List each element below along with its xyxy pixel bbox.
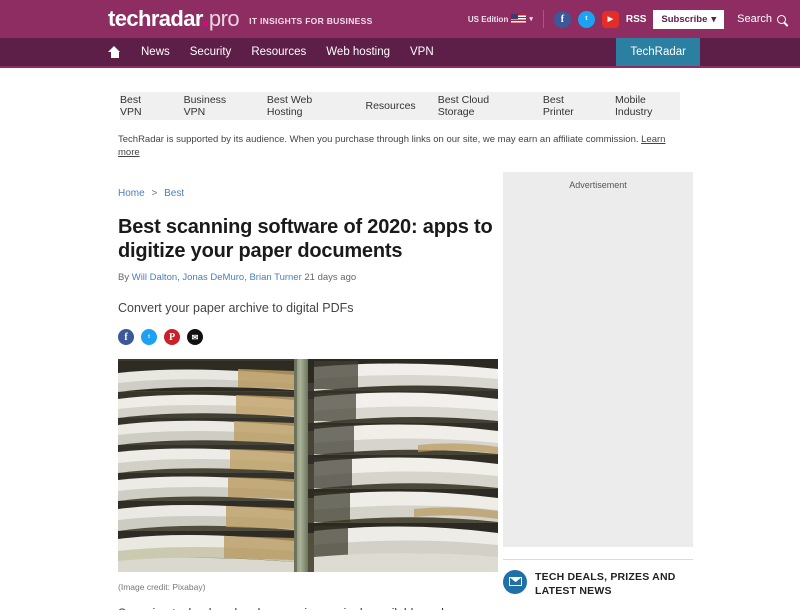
techradar-tab[interactable]: TechRadar [616,38,700,66]
share-buttons: f ᵗ P ✉ [118,329,498,346]
us-flag-icon [511,14,527,24]
advertisement-label: Advertisement [569,179,627,190]
chevron-down-icon: ▾ [529,16,533,23]
search-button[interactable]: Search [737,13,786,25]
top-brand-bar: techradar pro IT INSIGHTS FOR BUSINESS U… [0,0,800,38]
newsletter-header: TECH DEALS, PRIZES AND LATEST NEWS [503,569,693,598]
share-twitter-icon[interactable]: ᵗ [141,329,157,346]
sidebar-divider [503,558,693,560]
byline: By Will Dalton, Jonas DeMuro, Brian Turn… [118,272,498,283]
subnav-item-best-cloud-storage[interactable]: Best Cloud Storage [438,94,521,118]
byline-authors[interactable]: Will Dalton, Jonas DeMuro, Brian Turner [132,272,302,283]
logo-techradar-text: techradar [108,6,203,31]
main-nav-items: News Security Resources Web hosting VPN [108,38,434,66]
envelope-icon [503,569,527,594]
breadcrumb-separator: > [151,187,158,199]
search-label: Search [737,13,772,25]
page-title: Best scanning software of 2020: apps to … [118,215,493,262]
affiliate-disclaimer: TechRadar is supported by its audience. … [118,133,678,160]
byline-prefix: By [118,272,130,284]
share-email-icon[interactable]: ✉ [187,329,203,346]
subscribe-button[interactable]: Subscribe ▾ [653,9,725,29]
brand-tagline: IT INSIGHTS FOR BUSINESS [249,16,373,26]
nav-item-web-hosting[interactable]: Web hosting [326,46,390,58]
image-credit: (Image credit: Pixabay) [118,582,206,593]
subscribe-label: Subscribe [661,13,708,25]
advertisement-slot: Advertisement [503,171,693,547]
utilities-divider [542,10,544,28]
subnav-item-mobile-industry[interactable]: Mobile Industry [615,94,680,118]
top-bar-utilities: US Edition ▾ f ᵗ ▶ RSS Subscribe ▾ Searc… [468,9,786,29]
newsletter-title: TECH DEALS, PRIZES AND LATEST NEWS [535,570,676,597]
edition-label: US Edition [467,14,509,24]
breadcrumb: Home > Best [118,188,498,199]
article-column: Home > Best Best scanning software of 20… [118,172,498,610]
article-body-paragraph: Scanning technology has become increasin… [118,604,498,610]
facebook-icon[interactable]: f [553,10,571,28]
main-navigation: News Security Resources Web hosting VPN … [0,38,800,68]
twitter-icon[interactable]: ᵗ [577,10,595,28]
share-facebook-icon[interactable]: f [118,329,134,346]
secondary-navigation: Best VPN Business VPN Best Web Hosting R… [120,92,680,120]
newsletter-signup-box: TECH DEALS, PRIZES AND LATEST NEWS Get t… [503,569,693,610]
home-icon[interactable] [108,46,121,58]
youtube-icon[interactable]: ▶ [601,10,619,28]
byline-timestamp: 21 days ago [304,272,357,284]
nav-item-news[interactable]: News [141,46,170,58]
nav-item-security[interactable]: Security [190,46,232,58]
subnav-item-best-printer[interactable]: Best Printer [543,94,593,118]
edition-selector[interactable]: US Edition ▾ [468,14,533,24]
paper-stacks-illustration [118,359,498,573]
article-hero-image [118,359,498,573]
logo-pro-text: pro [208,6,240,31]
subnav-item-best-web-hosting[interactable]: Best Web Hosting [267,94,344,118]
sidebar-column: Advertisement TECH DEALS, PRIZES AND LAT… [503,171,698,610]
affiliate-text: TechRadar is supported by its audience. … [118,134,639,145]
nav-item-resources[interactable]: Resources [251,46,306,58]
article-standfirst: Convert your paper archive to digital PD… [118,301,354,316]
nav-item-vpn[interactable]: VPN [410,46,434,58]
site-logo[interactable]: techradar pro IT INSIGHTS FOR BUSINESS [108,6,373,32]
page-content: Home > Best Best scanning software of 20… [118,171,800,610]
breadcrumb-current[interactable]: Best [164,188,184,199]
logo-dot [202,21,208,26]
subnav-item-best-vpn[interactable]: Best VPN [120,94,162,118]
subnav-item-business-vpn[interactable]: Business VPN [184,94,245,118]
rss-link[interactable]: RSS [626,14,647,25]
subnav-item-resources[interactable]: Resources [365,100,415,112]
breadcrumb-home[interactable]: Home [118,188,145,199]
share-pinterest-icon[interactable]: P [164,329,180,346]
chevron-down-icon: ▾ [711,13,717,25]
envelope-glyph [508,577,522,587]
search-icon [777,14,786,24]
